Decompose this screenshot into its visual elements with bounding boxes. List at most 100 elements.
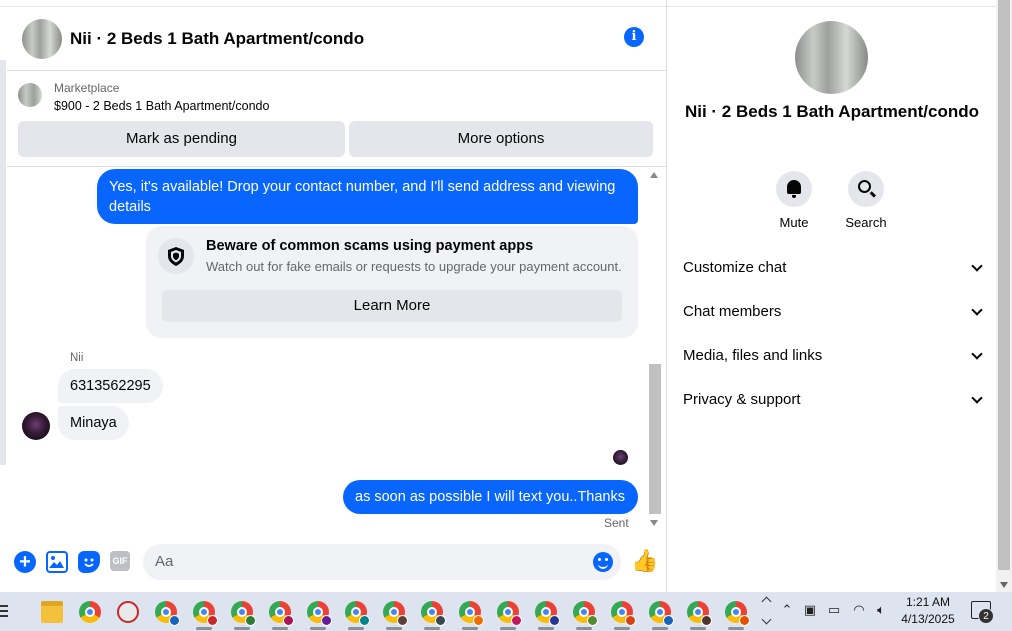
volume-icon[interactable]: 🔈︎ bbox=[873, 602, 889, 618]
section-label: Privacy & support bbox=[683, 391, 801, 408]
scroll-thumb[interactable] bbox=[649, 364, 661, 514]
search-icon bbox=[858, 180, 871, 193]
app-root: Nii · 2 Beds 1 Bath Apartment/condo i Ma… bbox=[0, 0, 1012, 631]
chevron-up-icon[interactable] bbox=[761, 596, 772, 607]
info-contact-name: Nii · 2 Beds 1 Bath Apartment/condo bbox=[684, 102, 980, 121]
message-list: Yes, it's available! Drop your contact n… bbox=[7, 168, 647, 530]
chrome-profile-icon[interactable] bbox=[649, 601, 674, 630]
search-button[interactable] bbox=[848, 171, 884, 207]
mark-as-pending-button[interactable]: Mark as pending bbox=[18, 121, 345, 157]
section-privacy-support[interactable]: Privacy & support bbox=[683, 385, 983, 415]
chrome-profile-icon[interactable] bbox=[535, 601, 560, 630]
chevron-down-icon bbox=[971, 392, 983, 404]
section-customize-chat[interactable]: Customize chat bbox=[683, 253, 983, 283]
contact-avatar[interactable] bbox=[22, 18, 62, 59]
chrome-profile-icon[interactable] bbox=[573, 601, 598, 630]
search-label: Search bbox=[845, 215, 887, 230]
sticker-icon[interactable] bbox=[78, 551, 100, 573]
gif-icon[interactable]: GIF bbox=[110, 551, 130, 571]
sender-name: Nii bbox=[70, 352, 84, 364]
conversation-info-panel: Nii · 2 Beds 1 Bath Apartment/condo Mute… bbox=[666, 0, 997, 592]
task-view-icon[interactable] bbox=[0, 601, 12, 623]
file-explorer-icon[interactable] bbox=[41, 601, 63, 623]
chrome-profile-icon[interactable] bbox=[421, 601, 446, 630]
message-composer: + GIF Aa 👍 bbox=[7, 540, 666, 584]
scam-warning-card: Beware of common scams using payment app… bbox=[146, 226, 638, 338]
info-top-strip bbox=[667, 0, 997, 7]
chrome-profile-icon[interactable] bbox=[497, 601, 522, 630]
mute-label: Mute bbox=[779, 215, 809, 230]
mute-button[interactable] bbox=[776, 171, 812, 207]
chat-title[interactable]: Nii · 2 Beds 1 Bath Apartment/condo bbox=[70, 29, 364, 49]
chat-header: Nii · 2 Beds 1 Bath Apartment/condo i bbox=[7, 7, 666, 71]
shield-icon bbox=[158, 238, 194, 274]
show-hidden-icons-chevron-icon[interactable]: ⌃ bbox=[779, 602, 795, 618]
meet-now-icon[interactable]: ▣ bbox=[802, 602, 818, 618]
delivery-status: Sent bbox=[604, 516, 629, 530]
marketplace-label: Marketplace bbox=[54, 81, 120, 95]
chrome-profile-icon[interactable] bbox=[687, 601, 712, 630]
message-input[interactable]: Aa bbox=[143, 544, 621, 580]
chrome-profile-icon[interactable] bbox=[231, 601, 256, 630]
chrome-profile-icon[interactable] bbox=[611, 601, 636, 630]
chevron-down-icon bbox=[971, 348, 983, 360]
taskbar-clock[interactable]: 1:21 AM 4/13/2025 bbox=[893, 594, 963, 628]
section-label: Customize chat bbox=[683, 259, 787, 276]
info-avatar[interactable] bbox=[795, 21, 868, 94]
chrome-profile-icon[interactable] bbox=[459, 601, 484, 630]
scam-warning-text: Watch out for fake emails or requests to… bbox=[206, 259, 622, 274]
section-label: Media, files and links bbox=[683, 347, 823, 364]
chrome-profile-icon[interactable] bbox=[193, 601, 218, 630]
outgoing-message[interactable]: Yes, it's available! Drop your contact n… bbox=[97, 169, 638, 224]
scroll-down-icon[interactable] bbox=[650, 520, 658, 526]
section-chat-members[interactable]: Chat members bbox=[683, 297, 983, 327]
sender-avatar[interactable] bbox=[22, 412, 50, 440]
clock-time: 1:21 AM bbox=[905, 595, 951, 609]
scroll-down-icon[interactable] bbox=[1000, 582, 1008, 588]
chrome-profile-icon[interactable] bbox=[307, 601, 332, 630]
chevron-down-icon[interactable] bbox=[761, 614, 772, 625]
chrome-profile-icon[interactable] bbox=[725, 601, 750, 630]
chrome-icon[interactable] bbox=[79, 601, 101, 623]
mute-action[interactable]: Mute bbox=[764, 171, 824, 230]
learn-more-button[interactable]: Learn More bbox=[162, 290, 622, 322]
incoming-message[interactable]: Minaya bbox=[58, 406, 129, 440]
left-edge-scrollbar[interactable] bbox=[0, 60, 6, 465]
windows-taskbar: ⌃ ▣ ▭ ◠ 🔈︎ 1:21 AM 4/13/2025 2 bbox=[0, 592, 1012, 631]
scroll-up-icon[interactable] bbox=[650, 172, 658, 178]
more-options-button[interactable]: More options bbox=[349, 121, 653, 157]
chrome-profile-icon[interactable] bbox=[345, 601, 370, 630]
marketplace-banner: Marketplace $900 - 2 Beds 1 Bath Apartme… bbox=[7, 71, 666, 167]
taskbar-overflow-arrows[interactable] bbox=[760, 592, 774, 631]
wifi-icon[interactable]: ◠ bbox=[851, 602, 867, 618]
notification-count-badge: 2 bbox=[978, 608, 994, 624]
search-action[interactable]: Search bbox=[836, 171, 896, 230]
bell-icon bbox=[787, 180, 801, 198]
outgoing-message[interactable]: as soon as possible I will text you..Tha… bbox=[343, 480, 638, 514]
top-strip bbox=[0, 0, 666, 7]
listing-title[interactable]: $900 - 2 Beds 1 Bath Apartment/condo bbox=[54, 99, 269, 113]
incoming-message[interactable]: 6313562295 bbox=[58, 369, 163, 403]
battery-icon[interactable]: ▭ bbox=[826, 602, 842, 618]
chevron-down-icon bbox=[971, 260, 983, 272]
chrome-profile-icon[interactable] bbox=[155, 601, 180, 626]
photo-icon[interactable] bbox=[46, 551, 68, 573]
clock-date: 4/13/2025 bbox=[901, 612, 955, 626]
chrome-profile-icon[interactable] bbox=[383, 601, 408, 630]
section-label: Chat members bbox=[683, 303, 782, 320]
page-scroll-thumb[interactable] bbox=[998, 0, 1010, 570]
section-media-files-links[interactable]: Media, files and links bbox=[683, 341, 983, 371]
listing-thumbnail[interactable] bbox=[18, 83, 42, 107]
thumbs-up-icon[interactable]: 👍 bbox=[631, 548, 658, 574]
chat-panel: Nii · 2 Beds 1 Bath Apartment/condo i Ma… bbox=[0, 0, 666, 592]
chrome-profile-icon[interactable] bbox=[269, 601, 294, 630]
info-icon[interactable]: i bbox=[624, 27, 644, 47]
scam-warning-title: Beware of common scams using payment app… bbox=[206, 238, 534, 254]
plus-icon[interactable]: + bbox=[14, 551, 36, 573]
emoji-icon[interactable] bbox=[593, 552, 613, 572]
message-scrollbar[interactable] bbox=[648, 170, 662, 530]
chevron-down-icon bbox=[971, 304, 983, 316]
message-input-placeholder: Aa bbox=[155, 553, 174, 570]
page-scrollbar[interactable] bbox=[996, 0, 1012, 592]
pinned-app-icon[interactable] bbox=[117, 601, 139, 623]
